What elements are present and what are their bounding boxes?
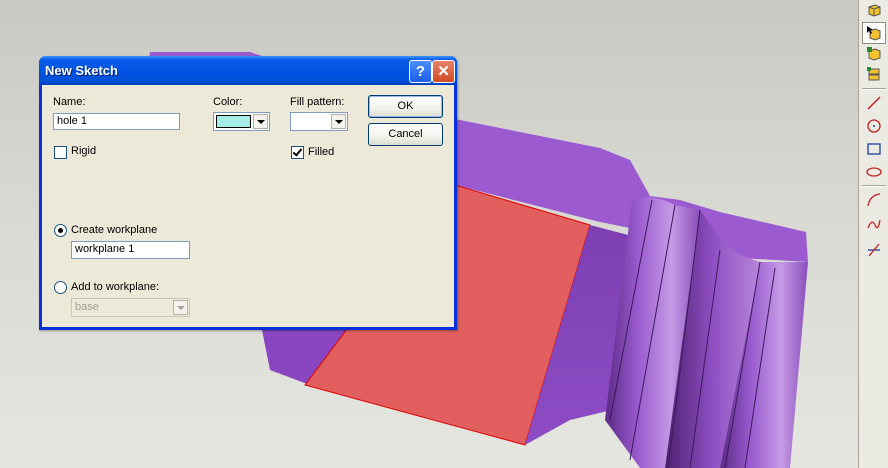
line-icon[interactable] bbox=[863, 93, 885, 113]
create-workplane-radio[interactable] bbox=[54, 224, 67, 237]
ellipse-icon[interactable] bbox=[863, 162, 885, 182]
filled-label: Filled bbox=[308, 146, 335, 158]
toolbar-separator bbox=[862, 185, 886, 187]
chevron-down-icon[interactable] bbox=[253, 114, 268, 129]
box-create-icon[interactable] bbox=[863, 0, 885, 20]
workplane-dropdown[interactable]: base bbox=[71, 298, 190, 317]
color-swatch bbox=[216, 115, 251, 128]
box-add-icon[interactable] bbox=[863, 44, 885, 64]
add-to-workplane-radio[interactable] bbox=[54, 281, 67, 294]
name-input[interactable]: hole 1 bbox=[53, 113, 180, 130]
help-button[interactable]: ? bbox=[409, 60, 432, 83]
rigid-label: Rigid bbox=[71, 145, 97, 157]
trim-icon[interactable] bbox=[863, 240, 885, 260]
dialog-title: New Sketch bbox=[45, 63, 118, 78]
add-to-workplane-label: Add to workplane: bbox=[71, 281, 160, 293]
dialog-body: Name: hole 1 Color: Fill pattern: OK Can… bbox=[42, 85, 454, 327]
close-button[interactable]: ✕ bbox=[432, 60, 455, 83]
color-label: Color: bbox=[213, 96, 243, 108]
filled-checkbox[interactable] bbox=[291, 146, 304, 159]
toolbar-separator bbox=[862, 88, 886, 90]
sketch-toolbar bbox=[858, 0, 888, 468]
workplane-dropdown-value: base bbox=[75, 301, 99, 313]
name-label: Name: bbox=[53, 96, 86, 108]
fill-pattern-label: Fill pattern: bbox=[290, 96, 345, 108]
circle-icon[interactable] bbox=[863, 116, 885, 136]
dialog-titlebar[interactable]: New Sketch ? ✕ bbox=[39, 56, 457, 85]
chevron-down-icon[interactable] bbox=[331, 114, 346, 129]
arc-icon[interactable] bbox=[863, 190, 885, 210]
fill-pattern-dropdown[interactable] bbox=[290, 112, 348, 131]
color-dropdown[interactable] bbox=[213, 112, 270, 131]
create-workplane-label: Create workplane bbox=[71, 224, 158, 236]
cancel-button[interactable]: Cancel bbox=[368, 123, 443, 146]
rigid-checkbox[interactable] bbox=[54, 146, 67, 159]
workplane-name-input[interactable]: workplane 1 bbox=[71, 241, 190, 259]
new-sketch-dialog: New Sketch ? ✕ Name: hole 1 Color: Fill … bbox=[39, 56, 457, 330]
chevron-down-icon[interactable] bbox=[173, 300, 188, 315]
box-stack-icon[interactable] bbox=[863, 64, 885, 84]
ok-button[interactable]: OK bbox=[368, 95, 443, 118]
rectangle-icon[interactable] bbox=[863, 139, 885, 159]
spline-icon[interactable] bbox=[863, 214, 885, 234]
box-select-icon[interactable] bbox=[862, 22, 886, 44]
